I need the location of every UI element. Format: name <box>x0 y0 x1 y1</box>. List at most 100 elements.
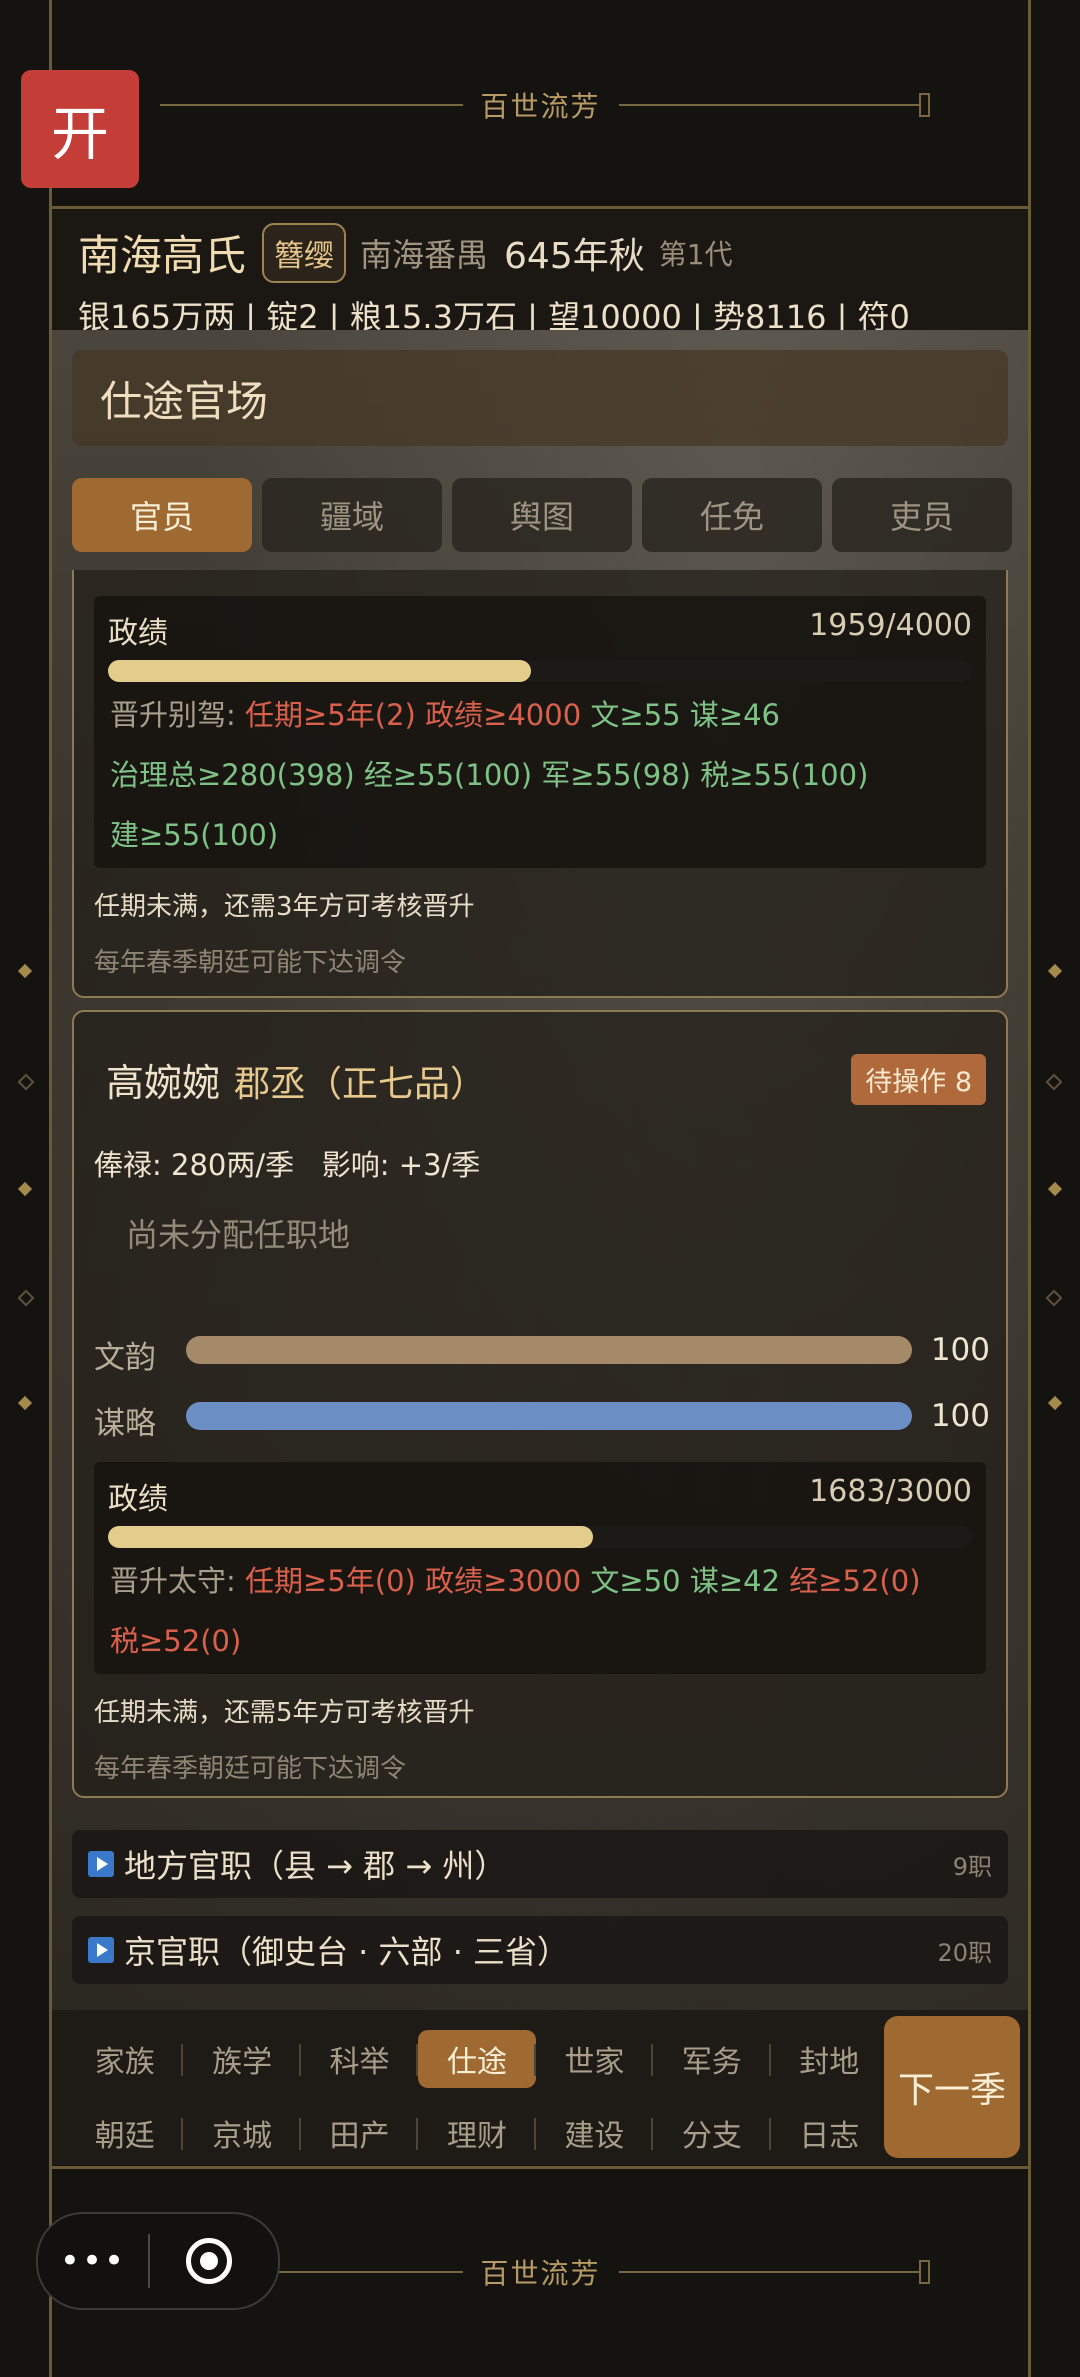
req-wen: 文≥55 <box>590 698 681 732</box>
group-count: 20职 <box>937 1938 992 1967</box>
req-jian: 建≥55(100) <box>110 818 279 852</box>
nav-exam[interactable]: 科举 <box>301 2030 419 2088</box>
close-target-icon[interactable] <box>186 2238 232 2284</box>
nav-branch[interactable]: 分支 <box>653 2104 771 2162</box>
tab-map[interactable]: 舆图 <box>452 478 632 552</box>
nav-clan-school[interactable]: 族学 <box>183 2030 302 2088</box>
side-ornament <box>1045 1073 1063 1091</box>
attr-mou-bar <box>186 1402 912 1430</box>
group-label: 地方官职（县 → 郡 → 州） <box>124 1847 507 1885</box>
merit-value: 1959/4000 <box>809 608 972 643</box>
clan-name: 南海高氏 <box>78 231 247 280</box>
side-ornament <box>1047 1395 1063 1411</box>
nav-row-1: 家族 族学 科举 仕途 世家 军务 封地 <box>66 2030 888 2088</box>
group-label: 京官职（御史台 · 六部 · 三省） <box>124 1933 570 1971</box>
merit-block-2: 政绩 1683/3000 晋升太守: 任期≥5年(0) 政绩≥3000 文≥50… <box>94 1462 986 1674</box>
nav-finance[interactable]: 理财 <box>418 2104 537 2162</box>
nav-fief[interactable]: 封地 <box>771 2030 888 2088</box>
banner-cap <box>919 93 931 117</box>
req-wen: 文≥50 <box>590 1564 681 1598</box>
pending-actions-badge[interactable]: 待操作 8 <box>851 1054 986 1105</box>
more-options-icon[interactable]: ••• <box>38 2241 148 2281</box>
attr-wen-bar <box>186 1336 912 1364</box>
side-ornament <box>17 963 33 979</box>
tab-appointment[interactable]: 任免 <box>642 478 822 552</box>
merit-progress-fill <box>108 1526 593 1548</box>
banner-cap <box>919 2260 931 2284</box>
promotion-target: 晋升太守: <box>110 1564 236 1598</box>
clan-info-row: 南海高氏 簪缨 南海番禺 645年秋 第1代 <box>78 222 733 283</box>
merit-value: 1683/3000 <box>809 1474 972 1509</box>
frame-divider-top <box>49 206 1031 209</box>
side-ornament <box>1047 963 1063 979</box>
nav-construction[interactable]: 建设 <box>536 2104 654 2162</box>
nav-aristocracy[interactable]: 世家 <box>536 2030 654 2088</box>
merit-label: 政绩 <box>108 1482 168 1517</box>
frame-right-border <box>1028 0 1031 2377</box>
req-mou: 谋≥42 <box>689 1564 781 1598</box>
req-mou: 谋≥46 <box>689 698 781 732</box>
merit-block-1: 政绩 1959/4000 晋升别驾: 任期≥5年(2) 政绩≥4000 文≥55… <box>94 596 986 868</box>
tab-officials[interactable]: 官员 <box>72 478 252 552</box>
req-merit: 政绩≥3000 <box>425 1564 582 1598</box>
nav-military[interactable]: 军务 <box>653 2030 771 2088</box>
expand-triangle-icon <box>88 1851 114 1877</box>
merit-progress-fill <box>108 660 532 682</box>
promotion-requirements-line1: 晋升别驾: 任期≥5年(2) 政绩≥4000 文≥55 谋≥46 <box>110 692 976 734</box>
attr-mou-label: 谋略 <box>94 1406 156 1442</box>
open-menu-button[interactable]: 开 <box>21 70 139 188</box>
banner-line-right <box>618 104 922 106</box>
clan-location: 南海番禺 <box>360 235 489 274</box>
official-name-row: 高婉婉 郡丞（正七品） <box>106 1052 486 1107</box>
top-banner: 百世流芳 <box>160 85 931 125</box>
merit-progress-track <box>108 660 972 682</box>
banner-line-left <box>160 104 463 106</box>
next-season-button[interactable]: 下一季 <box>884 2016 1020 2158</box>
official-card-1: 政绩 1959/4000 晋升别驾: 任期≥5年(2) 政绩≥4000 文≥55… <box>72 570 1008 998</box>
promotion-requirements-line2: 治理总≥280(398) 经≥55(100) 军≥55(98) 税≥55(100… <box>110 752 976 794</box>
attr-mou-value: 100 <box>930 1398 990 1434</box>
nav-log[interactable]: 日志 <box>771 2104 888 2162</box>
nav-career[interactable]: 仕途 <box>418 2030 537 2088</box>
expand-triangle-icon <box>88 1937 114 1963</box>
side-ornament <box>1045 1289 1063 1307</box>
local-posts-group[interactable]: 地方官职（县 → 郡 → 州） 9职 <box>72 1830 1008 1898</box>
officialdom-panel: 仕途官场 官员 疆域 舆图 任免 吏员 政绩 1959/4000 晋升别驾: 任… <box>52 330 1028 2010</box>
promotion-target: 晋升别驾: <box>110 698 236 732</box>
banner-title: 百世流芳 <box>480 2257 601 2290</box>
promotion-requirements-line2: 税≥52(0) <box>110 1618 976 1660</box>
side-ornament <box>17 1181 33 1197</box>
term-note: 任期未满，还需5年方可考核晋升 <box>94 1698 475 1728</box>
req-shui: 税≥52(0) <box>110 1624 242 1658</box>
section-title: 仕途官场 <box>72 350 1008 446</box>
nav-row-2: 朝廷 京城 田产 理财 建设 分支 日志 <box>66 2104 888 2162</box>
req-shui: 税≥55(100) <box>700 758 869 792</box>
req-merit: 政绩≥4000 <box>425 698 582 732</box>
nav-capital[interactable]: 京城 <box>183 2104 302 2162</box>
tab-territory[interactable]: 疆域 <box>262 478 442 552</box>
side-ornament <box>17 1073 35 1091</box>
capital-posts-group[interactable]: 京官职（御史台 · 六部 · 三省） 20职 <box>72 1916 1008 1984</box>
req-term: 任期≥5年(0) <box>245 1564 416 1598</box>
attr-wen-value: 100 <box>930 1332 990 1368</box>
frame-divider-bottom <box>49 2166 1031 2169</box>
court-note: 每年春季朝廷可能下达调令 <box>94 948 407 978</box>
tab-clerks[interactable]: 吏员 <box>832 478 1012 552</box>
req-jun: 军≥55(98) <box>541 758 691 792</box>
banner-title: 百世流芳 <box>480 90 601 123</box>
merit-progress-track <box>108 1526 972 1548</box>
nav-estate[interactable]: 田产 <box>301 2104 419 2162</box>
req-jing: 经≥55(100) <box>363 758 533 792</box>
current-date: 645年秋 <box>504 235 645 277</box>
promotion-requirements-line3: 建≥55(100) <box>110 812 976 854</box>
generation: 第1代 <box>658 237 733 271</box>
official-name: 高婉婉 <box>106 1061 221 1105</box>
nav-court[interactable]: 朝廷 <box>66 2104 184 2162</box>
nav-family[interactable]: 家族 <box>66 2030 184 2088</box>
bottom-navigation: 家族 族学 科举 仕途 世家 军务 封地 朝廷 京城 田产 理财 建设 分支 日… <box>52 2010 1028 2165</box>
miniprogram-capsule: ••• <box>36 2212 280 2310</box>
req-term: 任期≥5年(2) <box>245 698 416 732</box>
official-card-2[interactable]: 高婉婉 郡丞（正七品） 待操作 8 俸禄: 280两/季 影响: +3/季 尚未… <box>72 1010 1008 1798</box>
merit-label: 政绩 <box>108 616 168 651</box>
side-ornament <box>17 1289 35 1307</box>
